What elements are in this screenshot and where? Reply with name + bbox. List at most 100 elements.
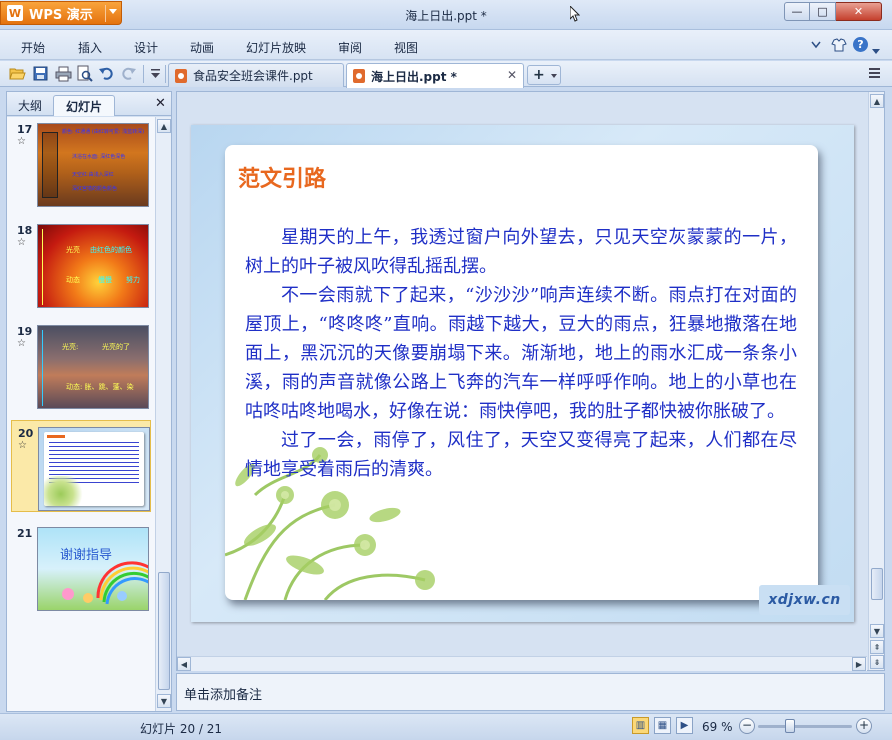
zoom-slider-track[interactable] <box>758 725 852 728</box>
menu-design[interactable]: 设计 <box>134 39 158 56</box>
plus-icon: + <box>533 67 545 83</box>
slide-counter: 幻灯片 20 / 21 <box>140 722 223 736</box>
doc-tab-sunrise[interactable]: 海上日出.ppt * ✕ <box>346 63 524 88</box>
notes-placeholder[interactable]: 单击添加备注 <box>184 684 262 703</box>
scroll-up-icon[interactable]: ▲ <box>157 119 171 133</box>
tab-slides[interactable]: 幻灯片 <box>53 95 115 116</box>
mouse-cursor-icon <box>570 6 580 22</box>
tab-list-icon[interactable] <box>866 65 883 82</box>
thumb-text: 天空红:由浅入深红 <box>72 172 114 178</box>
doc-tab-food-safety[interactable]: 食品安全班会课件.ppt <box>168 63 344 87</box>
slide-number: 19 <box>17 325 33 338</box>
scrollbar-thumb[interactable] <box>871 568 883 600</box>
skin-icon[interactable] <box>831 37 847 53</box>
paragraph-3: 过了一会，雨停了，风住了，天空又变得亮了起来，人们都在尽情地享受着雨后的清爽。 <box>245 430 797 480</box>
slide-thumbnail-20[interactable]: 20 ☆ <box>11 420 151 512</box>
thumb-text: 光亮: <box>62 343 79 351</box>
slide-thumbnail-19[interactable]: 19 ☆ 光亮: 光亮的了 动态: 胀、跳、蓬、染 <box>11 319 151 411</box>
window-title: 海上日出.ppt * <box>405 9 487 23</box>
menu-bar: 开始 插入 设计 动画 幻灯片放映 审阅 视图 ? <box>0 30 892 60</box>
slide-number: 18 <box>17 224 33 237</box>
chevron-expand-icon[interactable] <box>809 37 823 53</box>
redo-icon[interactable] <box>120 65 137 82</box>
ppt-file-icon <box>175 68 187 83</box>
slide-17-preview: 颜色: 红通通 (由红转可爱: 浅蓝转深) 沐浴在水面: 深红色深色 天空红:由… <box>37 123 149 207</box>
close-tab-icon[interactable]: ✕ <box>507 68 517 82</box>
slide-canvas[interactable]: 范文引路 星期天的上午，我透过窗户向外望去，只见天空灰蒙蒙的一片，树上的叶子被风… <box>191 125 854 622</box>
slide-number: 21 <box>17 527 33 540</box>
maximize-button[interactable]: □ <box>810 2 836 21</box>
thumb-text: 光亮 <box>66 246 80 254</box>
print-icon[interactable] <box>55 65 72 82</box>
zoom-level[interactable]: 69 % <box>702 720 733 734</box>
menu-insert[interactable]: 插入 <box>78 39 102 56</box>
slide-thumbnail-list: 17 ☆ 颜色: 红通通 (由红转可爱: 浅蓝转深) 沐浴在水面: 深红色深色 … <box>7 117 155 711</box>
menu-animation[interactable]: 动画 <box>190 39 214 56</box>
tab-outline[interactable]: 大纲 <box>11 95 49 116</box>
close-panel-icon[interactable]: ✕ <box>155 96 166 111</box>
editor-horizontal-scrollbar[interactable]: ◀ ▶ <box>177 656 867 671</box>
help-dropdown-icon[interactable] <box>872 44 880 60</box>
minimize-button[interactable]: — <box>784 2 810 21</box>
next-slide-icon[interactable]: ⇟ <box>870 655 884 669</box>
thumb-text: 努力 <box>126 276 140 284</box>
customize-dropdown-icon[interactable] <box>147 65 164 82</box>
help-icon[interactable]: ? <box>853 37 868 52</box>
slide-number: 17 <box>17 123 33 136</box>
scroll-right-icon[interactable]: ▶ <box>852 657 866 671</box>
print-preview-icon[interactable] <box>76 65 93 82</box>
slide-thumbnail-21[interactable]: 21 谢谢指导 <box>11 521 151 613</box>
normal-view-icon[interactable]: ▥ <box>632 717 649 734</box>
doc-tab-label: 食品安全班会课件.ppt <box>193 69 313 83</box>
menu-home[interactable]: 开始 <box>21 39 45 56</box>
thumb-text: 深红宫墙的颜色颜色 <box>72 186 118 192</box>
panel-tabs: 大纲 幻灯片 ✕ <box>7 92 171 116</box>
ppt-file-icon <box>353 69 365 83</box>
thumb-text: 谢谢指导 <box>60 548 113 563</box>
slide-thumbnail-18[interactable]: 18 ☆ 光亮 由红色的颜色 动态 慢慢 努力 <box>11 218 151 310</box>
new-tab-button[interactable]: + <box>527 65 561 85</box>
thumb-text: 慢慢 <box>98 276 112 284</box>
thumb-text: 沐浴在水面: 深红色深色 <box>72 154 126 160</box>
status-bar: 幻灯片 20 / 21 ▥ ▦ ▶ 69 % − + <box>0 713 892 740</box>
thumb-text: 光亮的了 <box>102 343 130 351</box>
zoom-slider-handle[interactable] <box>785 719 795 733</box>
save-icon[interactable] <box>32 65 49 82</box>
slide-thumbnail-17[interactable]: 17 ☆ 颜色: 红通通 (由红转可爱: 浅蓝转深) 沐浴在水面: 深红色深色 … <box>11 117 151 209</box>
slide-title[interactable]: 范文引路 <box>238 161 326 193</box>
slide-20-preview <box>38 427 150 511</box>
scroll-down-icon[interactable]: ▼ <box>157 694 171 708</box>
thumbnail-scrollbar[interactable]: ▲ ▼ <box>155 117 171 711</box>
previous-slide-icon[interactable]: ⇞ <box>870 640 884 654</box>
editor-vertical-scrollbar[interactable]: ▲ ▼ ⇞ ⇟ <box>868 92 884 670</box>
zoom-out-button[interactable]: − <box>739 718 755 734</box>
zoom-in-button[interactable]: + <box>856 718 872 734</box>
chevron-down-icon <box>551 74 557 78</box>
menu-view[interactable]: 视图 <box>394 39 418 56</box>
scrollbar-thumb[interactable] <box>158 572 170 690</box>
slide-21-preview: 谢谢指导 <box>37 527 149 611</box>
watermark-logo: xdjxw.cn <box>759 585 850 615</box>
scroll-left-icon[interactable]: ◀ <box>177 657 191 671</box>
slide-body-text[interactable]: 星期天的上午，我透过窗户向外望去，只见天空灰蒙蒙的一片，树上的叶子被风吹得乱摇乱… <box>245 223 797 484</box>
slideshow-icon[interactable]: ▶ <box>676 717 693 734</box>
thumb-text: 颜色: 红通通 (由红转可爱: 浅蓝转深) <box>62 129 145 135</box>
undo-icon[interactable] <box>98 65 115 82</box>
slide-navigation-panel: 大纲 幻灯片 ✕ 17 ☆ 颜色: 红通通 (由红转可爱: 浅蓝转深) 沐浴在水… <box>6 91 172 712</box>
title-bar: W WPS 演示 海上日出.ppt * — □ ✕ <box>0 0 892 30</box>
thumb-text: 动态 <box>66 276 80 284</box>
close-window-button[interactable]: ✕ <box>836 2 882 21</box>
open-folder-icon[interactable] <box>9 65 26 82</box>
toolbar-separator <box>165 65 166 83</box>
thumb-text: 由红色的颜色 <box>90 246 132 254</box>
slide-editor: 范文引路 星期天的上午，我透过窗户向外望去，只见天空灰蒙蒙的一片，树上的叶子被风… <box>176 91 885 671</box>
menu-slideshow[interactable]: 幻灯片放映 <box>246 39 306 56</box>
scroll-down-icon[interactable]: ▼ <box>870 624 884 638</box>
menu-review[interactable]: 审阅 <box>338 39 362 56</box>
toolbar-separator <box>143 65 144 83</box>
doc-tab-label: 海上日出.ppt * <box>371 69 457 84</box>
slide-19-preview: 光亮: 光亮的了 动态: 胀、跳、蓬、染 <box>37 325 149 409</box>
scroll-up-icon[interactable]: ▲ <box>870 94 884 108</box>
slide-sorter-icon[interactable]: ▦ <box>654 717 671 734</box>
notes-pane[interactable]: 单击添加备注 <box>176 673 885 711</box>
